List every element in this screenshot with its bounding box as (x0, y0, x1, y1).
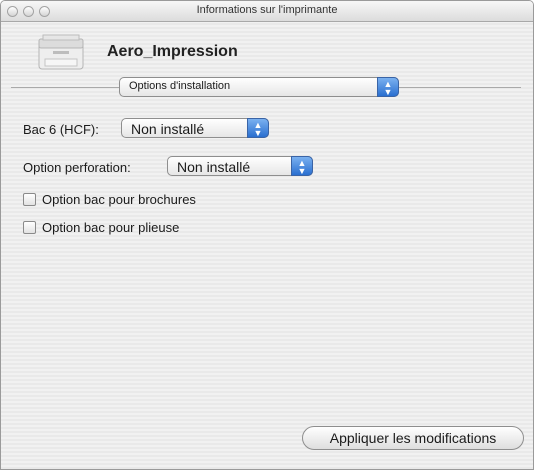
booklet-label[interactable]: Option bac pour brochures (42, 192, 196, 207)
title-bar[interactable]: Informations sur l'imprimante (1, 1, 533, 22)
booklet-checkbox[interactable] (23, 193, 36, 206)
tray6-label: Bac 6 (HCF): (23, 122, 99, 137)
tray6-popup[interactable]: Non installé ▲ ▼ (121, 118, 269, 138)
punch-label: Option perforation: (23, 160, 131, 175)
apply-changes-button[interactable]: Appliquer les modifications (302, 426, 524, 450)
folder-label[interactable]: Option bac pour plieuse (42, 220, 179, 235)
printer-info-window: Informations sur l'imprimante Aero_Impre… (0, 0, 534, 470)
popup-arrows-icon: ▲ ▼ (377, 77, 399, 97)
punch-value: Non installé (177, 159, 251, 175)
section-popup[interactable]: Options d'installation ▲ ▼ (119, 77, 399, 97)
tray6-value: Non installé (131, 121, 205, 137)
popup-arrows-icon: ▲ ▼ (247, 118, 269, 138)
printer-icon (38, 34, 84, 70)
punch-popup[interactable]: Non installé ▲ ▼ (167, 156, 313, 176)
popup-arrows-icon: ▲ ▼ (291, 156, 313, 176)
folder-checkbox[interactable] (23, 221, 36, 234)
printer-name: Aero_Impression (107, 43, 238, 60)
section-popup-value: Options d'installation (129, 80, 231, 92)
window-title: Informations sur l'imprimante (196, 4, 338, 16)
